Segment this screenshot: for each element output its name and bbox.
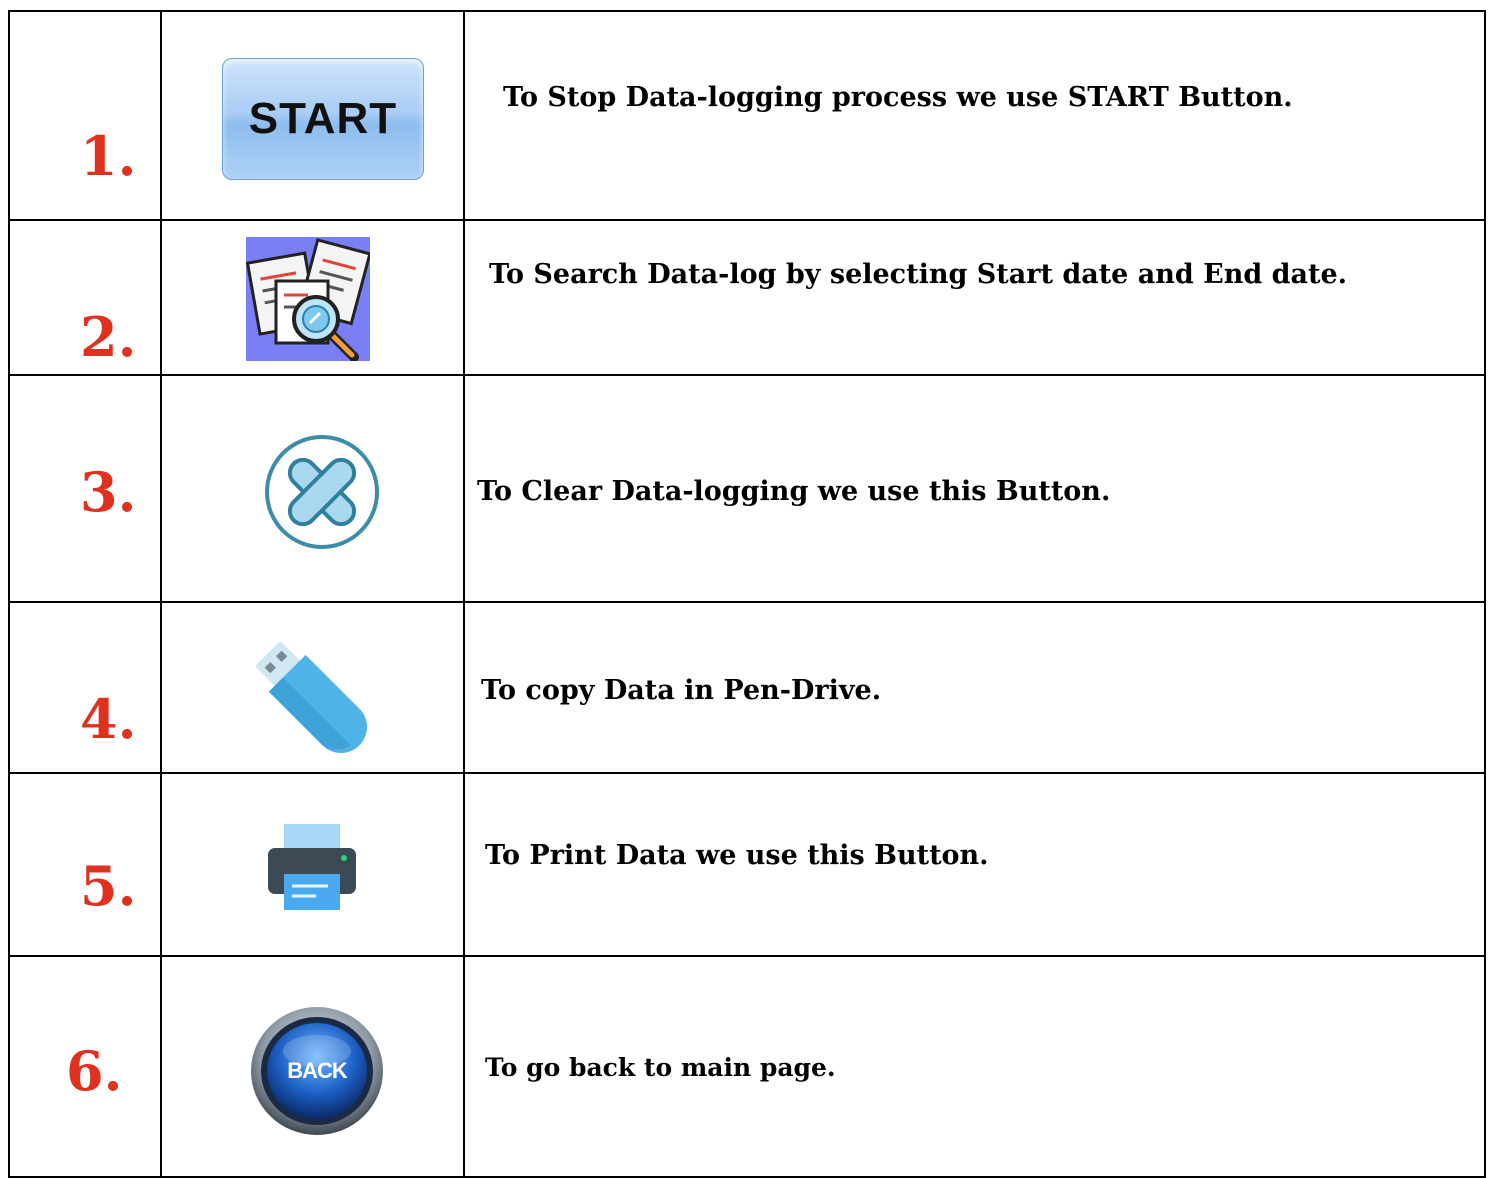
number-cell: 3. — [8, 374, 162, 603]
row-number: 6. — [66, 1039, 123, 1103]
clear-icon[interactable] — [262, 434, 382, 550]
icon-cell — [160, 772, 465, 957]
search-documents-icon[interactable] — [246, 237, 370, 361]
row-description: To Search Data-log by selecting Start da… — [489, 259, 1348, 290]
number-cell: 2. — [8, 219, 162, 376]
row-description: To copy Data in Pen-Drive. — [481, 675, 882, 706]
row-description: To go back to main page. — [485, 1053, 836, 1082]
icon-cell — [160, 374, 465, 603]
icon-cell — [160, 601, 465, 774]
row-description: To Clear Data-logging we use this Button… — [477, 476, 1111, 507]
description-cell: To Clear Data-logging we use this Button… — [463, 374, 1486, 603]
icon-cell: BACK — [160, 955, 465, 1178]
row-description: To Stop Data-logging process we use STAR… — [503, 82, 1293, 113]
description-cell: To go back to main page. — [463, 955, 1486, 1178]
row-number: 2. — [80, 305, 137, 369]
printer-icon[interactable] — [268, 824, 356, 910]
table-row: 6. BACK To go back to main page. — [8, 955, 1486, 1178]
back-button-icon[interactable]: BACK — [248, 1005, 386, 1137]
icon-cell: START — [160, 10, 465, 221]
number-cell: 1. — [8, 10, 162, 221]
description-cell: To Print Data we use this Button. — [463, 772, 1486, 957]
table-row: 5. To Print Data we use this Button. — [8, 772, 1486, 957]
description-cell: To Stop Data-logging process we use STAR… — [463, 10, 1486, 221]
row-number: 3. — [80, 460, 137, 524]
table-row: 3. To Clear Data-logging we use this But… — [8, 374, 1486, 603]
back-button-label: BACK — [287, 1058, 348, 1083]
number-cell: 5. — [8, 772, 162, 957]
description-cell: To Search Data-log by selecting Start da… — [463, 219, 1486, 376]
number-cell: 6. — [8, 955, 162, 1178]
icon-cell — [160, 219, 465, 376]
usb-drive-icon[interactable] — [256, 639, 368, 757]
table-row: 1. START To Stop Data-logging process we… — [8, 10, 1486, 221]
row-number: 5. — [80, 854, 137, 918]
start-button-label: START — [248, 94, 398, 143]
table-row: 4. To copy Data in Pen-Drive. — [8, 601, 1486, 774]
button-reference-table: 1. START To Stop Data-logging process we… — [8, 10, 1486, 1178]
row-description: To Print Data we use this Button. — [485, 840, 989, 871]
number-cell: 4. — [8, 601, 162, 774]
row-number: 1. — [80, 124, 137, 188]
table-row: 2. To Search Data-log by selecting Start… — [8, 219, 1486, 376]
start-button-icon[interactable]: START — [222, 58, 424, 180]
description-cell: To copy Data in Pen-Drive. — [463, 601, 1486, 774]
row-number: 4. — [80, 687, 137, 751]
